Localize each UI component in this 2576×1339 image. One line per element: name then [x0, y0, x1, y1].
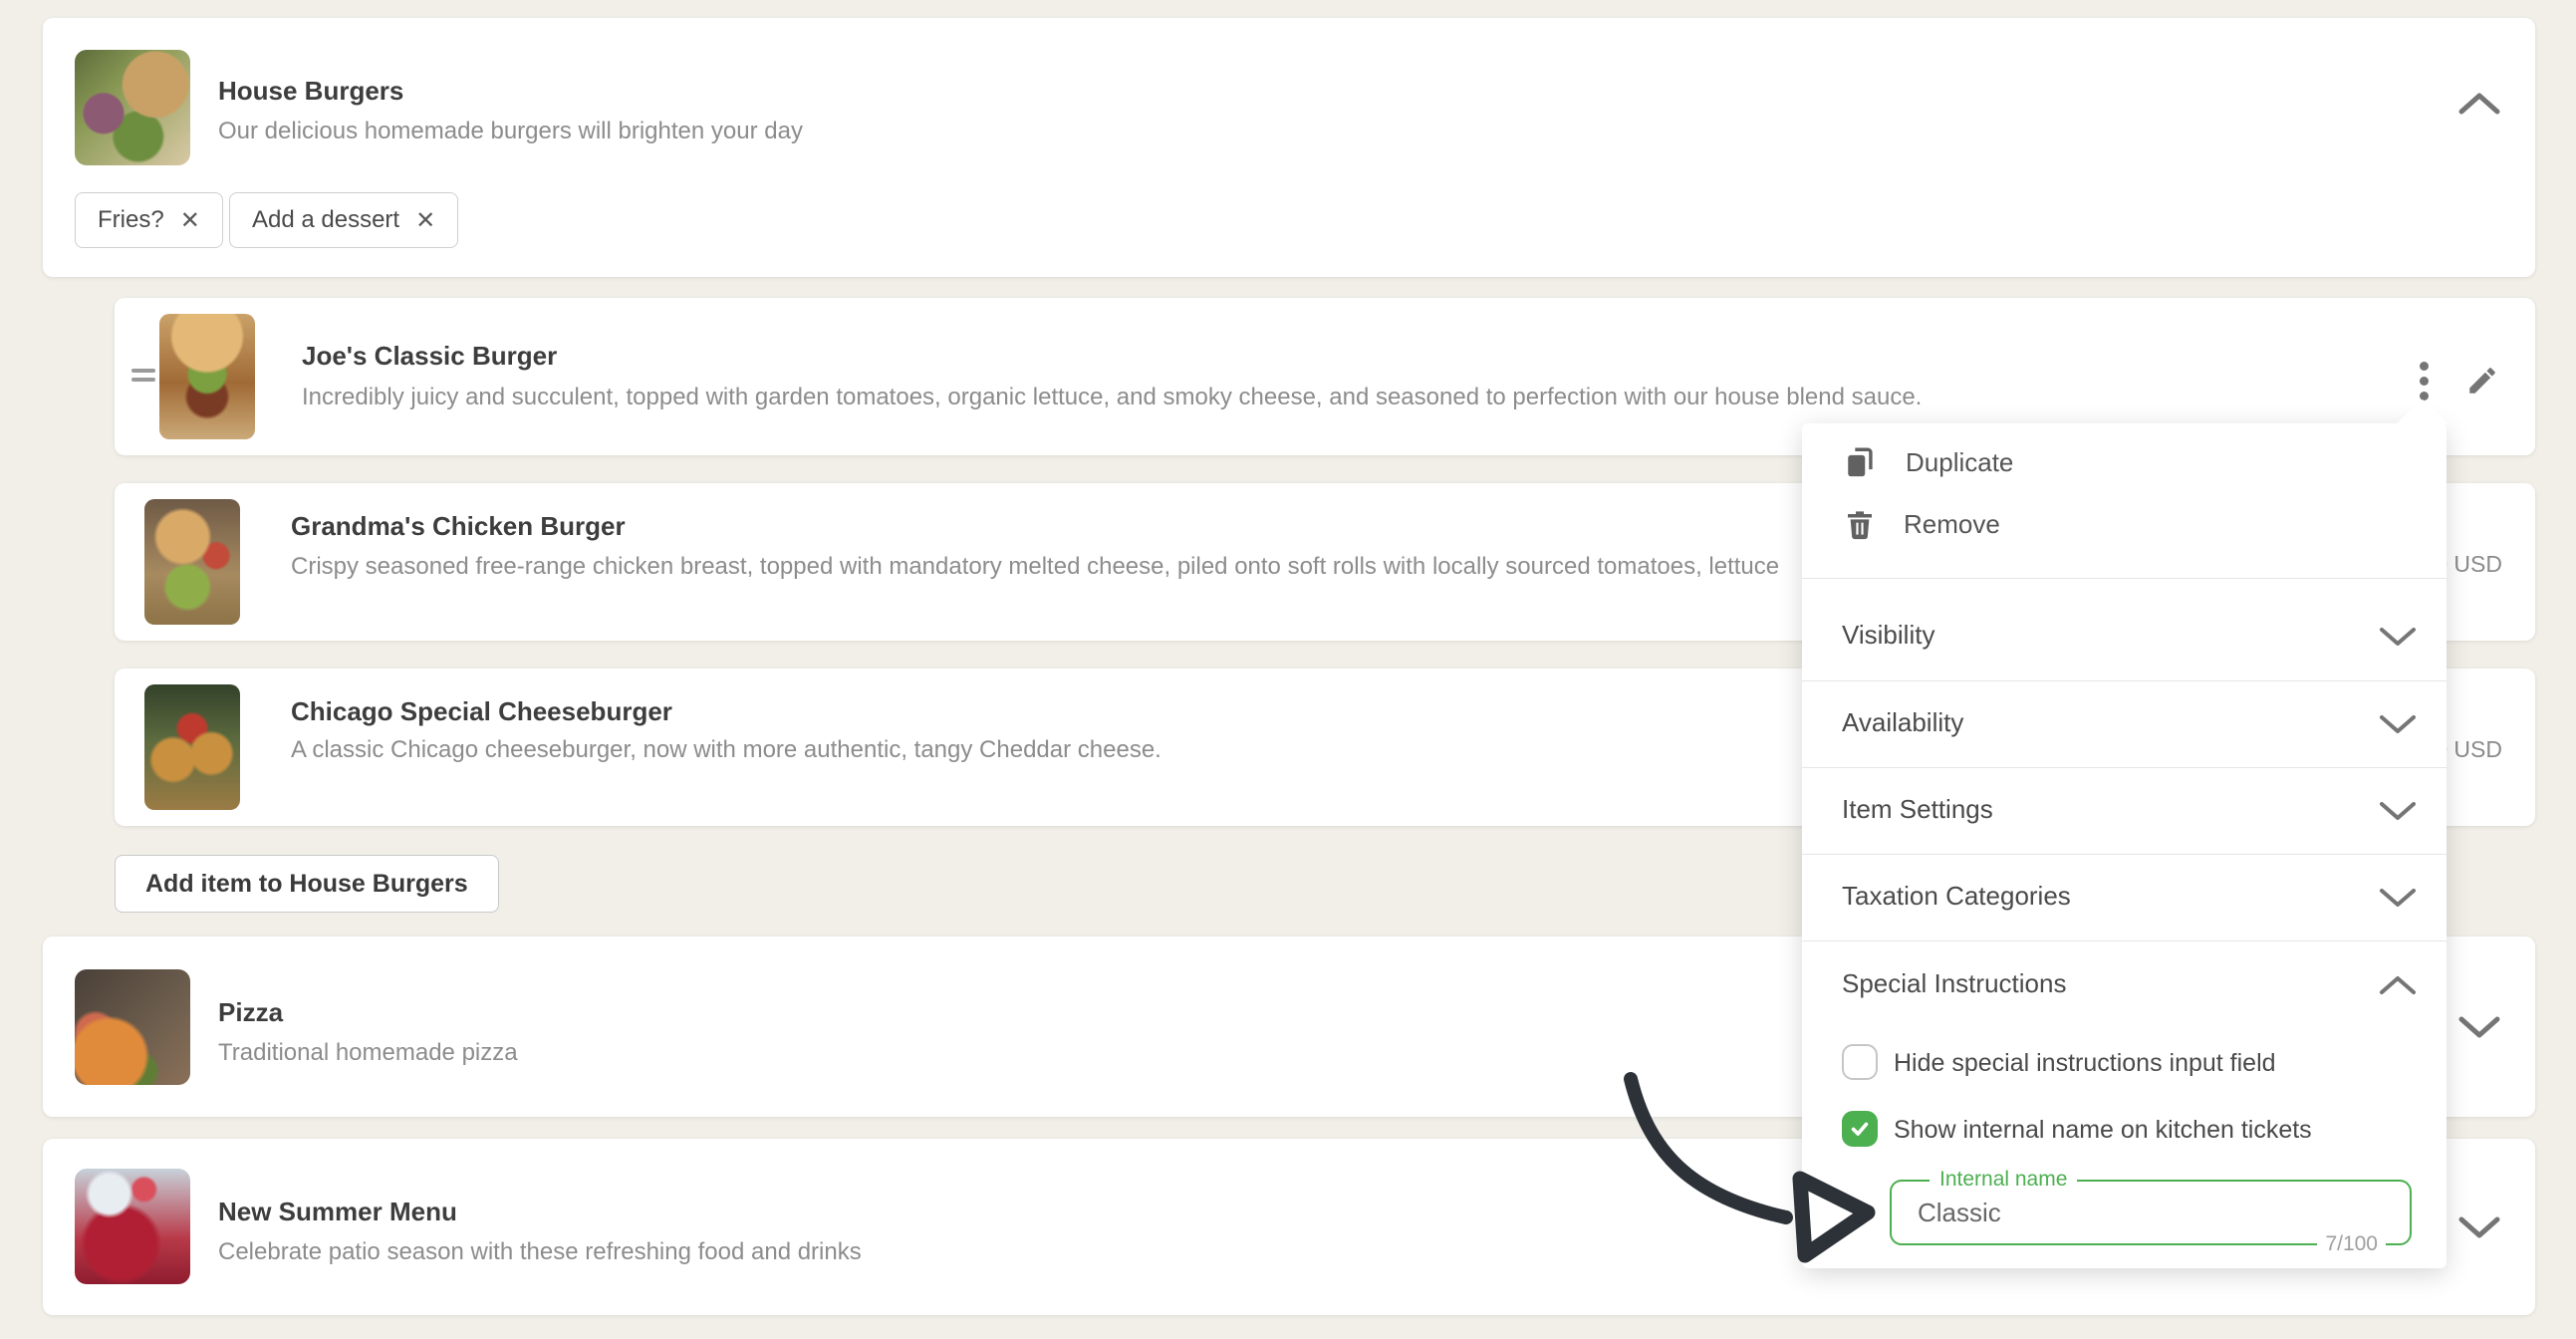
chevron-down-icon[interactable]	[2378, 799, 2418, 828]
menu-builder-page: House Burgers Our delicious homemade bur…	[0, 0, 2576, 1339]
expand-section-chevron-down-icon[interactable]	[2456, 1013, 2502, 1046]
menu-item-remove[interactable]: Remove	[1844, 507, 2000, 541]
section-card-house-burgers: House Burgers Our delicious homemade bur…	[43, 18, 2535, 277]
item-context-menu: Duplicate Remove Visibility Availability	[1802, 423, 2447, 1268]
remove-tag-icon[interactable]: ✕	[180, 206, 200, 235]
item-thumbnail	[144, 499, 240, 625]
add-item-button[interactable]: Add item to House Burgers	[115, 855, 499, 913]
accordion-label: Visibility	[1842, 620, 1934, 651]
section-thumbnail-new-summer-menu	[75, 1169, 190, 1284]
tag-chip-add-a-dessert[interactable]: Add a dessert ✕	[229, 192, 458, 248]
section-title: Pizza	[218, 997, 283, 1028]
drag-handle-icon[interactable]	[131, 364, 155, 387]
item-description: Crispy seasoned free-range chicken breas…	[291, 553, 1779, 581]
expand-section-chevron-down-icon[interactable]	[2456, 1213, 2502, 1246]
section-description: Celebrate patio season with these refres…	[218, 1238, 862, 1266]
section-thumbnail-house-burgers	[75, 50, 190, 165]
remove-tag-icon[interactable]: ✕	[415, 206, 435, 235]
item-thumbnail	[144, 684, 240, 810]
edit-item-pencil-icon[interactable]	[2465, 364, 2499, 402]
item-name: Chicago Special Cheeseburger	[291, 696, 672, 727]
chevron-down-icon[interactable]	[2378, 712, 2418, 741]
section-title: House Burgers	[218, 76, 403, 107]
item-description: Incredibly juicy and succulent, topped w…	[302, 384, 1922, 411]
menu-divider	[1802, 680, 2447, 681]
accordion-label: Special Instructions	[1842, 968, 2066, 999]
char-counter: 7/100	[2317, 1232, 2386, 1256]
item-thumbnail	[159, 314, 255, 439]
internal-name-label: Internal name	[1930, 1168, 2077, 1192]
section-thumbnail-pizza	[75, 969, 190, 1085]
menu-divider	[1802, 767, 2447, 768]
menu-item-duplicate[interactable]: Duplicate	[1844, 445, 2013, 479]
chevron-up-icon[interactable]	[2378, 973, 2418, 1002]
menu-caret	[2396, 400, 2449, 424]
duplicate-icon	[1844, 445, 1878, 479]
tag-label: Fries?	[98, 206, 164, 234]
checkbox-show-internal-name[interactable]	[1842, 1111, 1878, 1147]
menu-item-label: Duplicate	[1906, 447, 2013, 478]
chevron-down-icon[interactable]	[2378, 625, 2418, 654]
item-name: Joe's Classic Burger	[302, 341, 557, 372]
trash-icon	[1844, 507, 1876, 541]
checkbox-hide-special-instructions[interactable]	[1842, 1044, 1878, 1080]
checkbox-label: Hide special instructions input field	[1894, 1049, 2276, 1078]
menu-divider	[1802, 578, 2447, 579]
section-description: Our delicious homemade burgers will brig…	[218, 118, 803, 145]
section-description: Traditional homemade pizza	[218, 1039, 518, 1067]
menu-divider	[1802, 940, 2447, 941]
internal-name-field-wrap: Internal name 7/100	[1890, 1180, 2412, 1245]
accordion-label: Availability	[1842, 707, 1963, 738]
menu-item-label: Remove	[1904, 509, 2000, 540]
chevron-down-icon[interactable]	[2378, 886, 2418, 915]
check-icon	[1849, 1118, 1871, 1140]
accordion-label: Taxation Categories	[1842, 881, 2071, 912]
menu-divider	[1802, 854, 2447, 855]
section-title: New Summer Menu	[218, 1197, 457, 1227]
collapse-section-chevron-up-icon[interactable]	[2456, 90, 2502, 123]
tag-chip-fries[interactable]: Fries? ✕	[75, 192, 223, 248]
checkbox-label: Show internal name on kitchen tickets	[1894, 1116, 2312, 1145]
accordion-label: Item Settings	[1842, 794, 1993, 825]
tag-label: Add a dessert	[252, 206, 399, 234]
item-description: A classic Chicago cheeseburger, now with…	[291, 736, 1161, 764]
item-name: Grandma's Chicken Burger	[291, 511, 626, 542]
